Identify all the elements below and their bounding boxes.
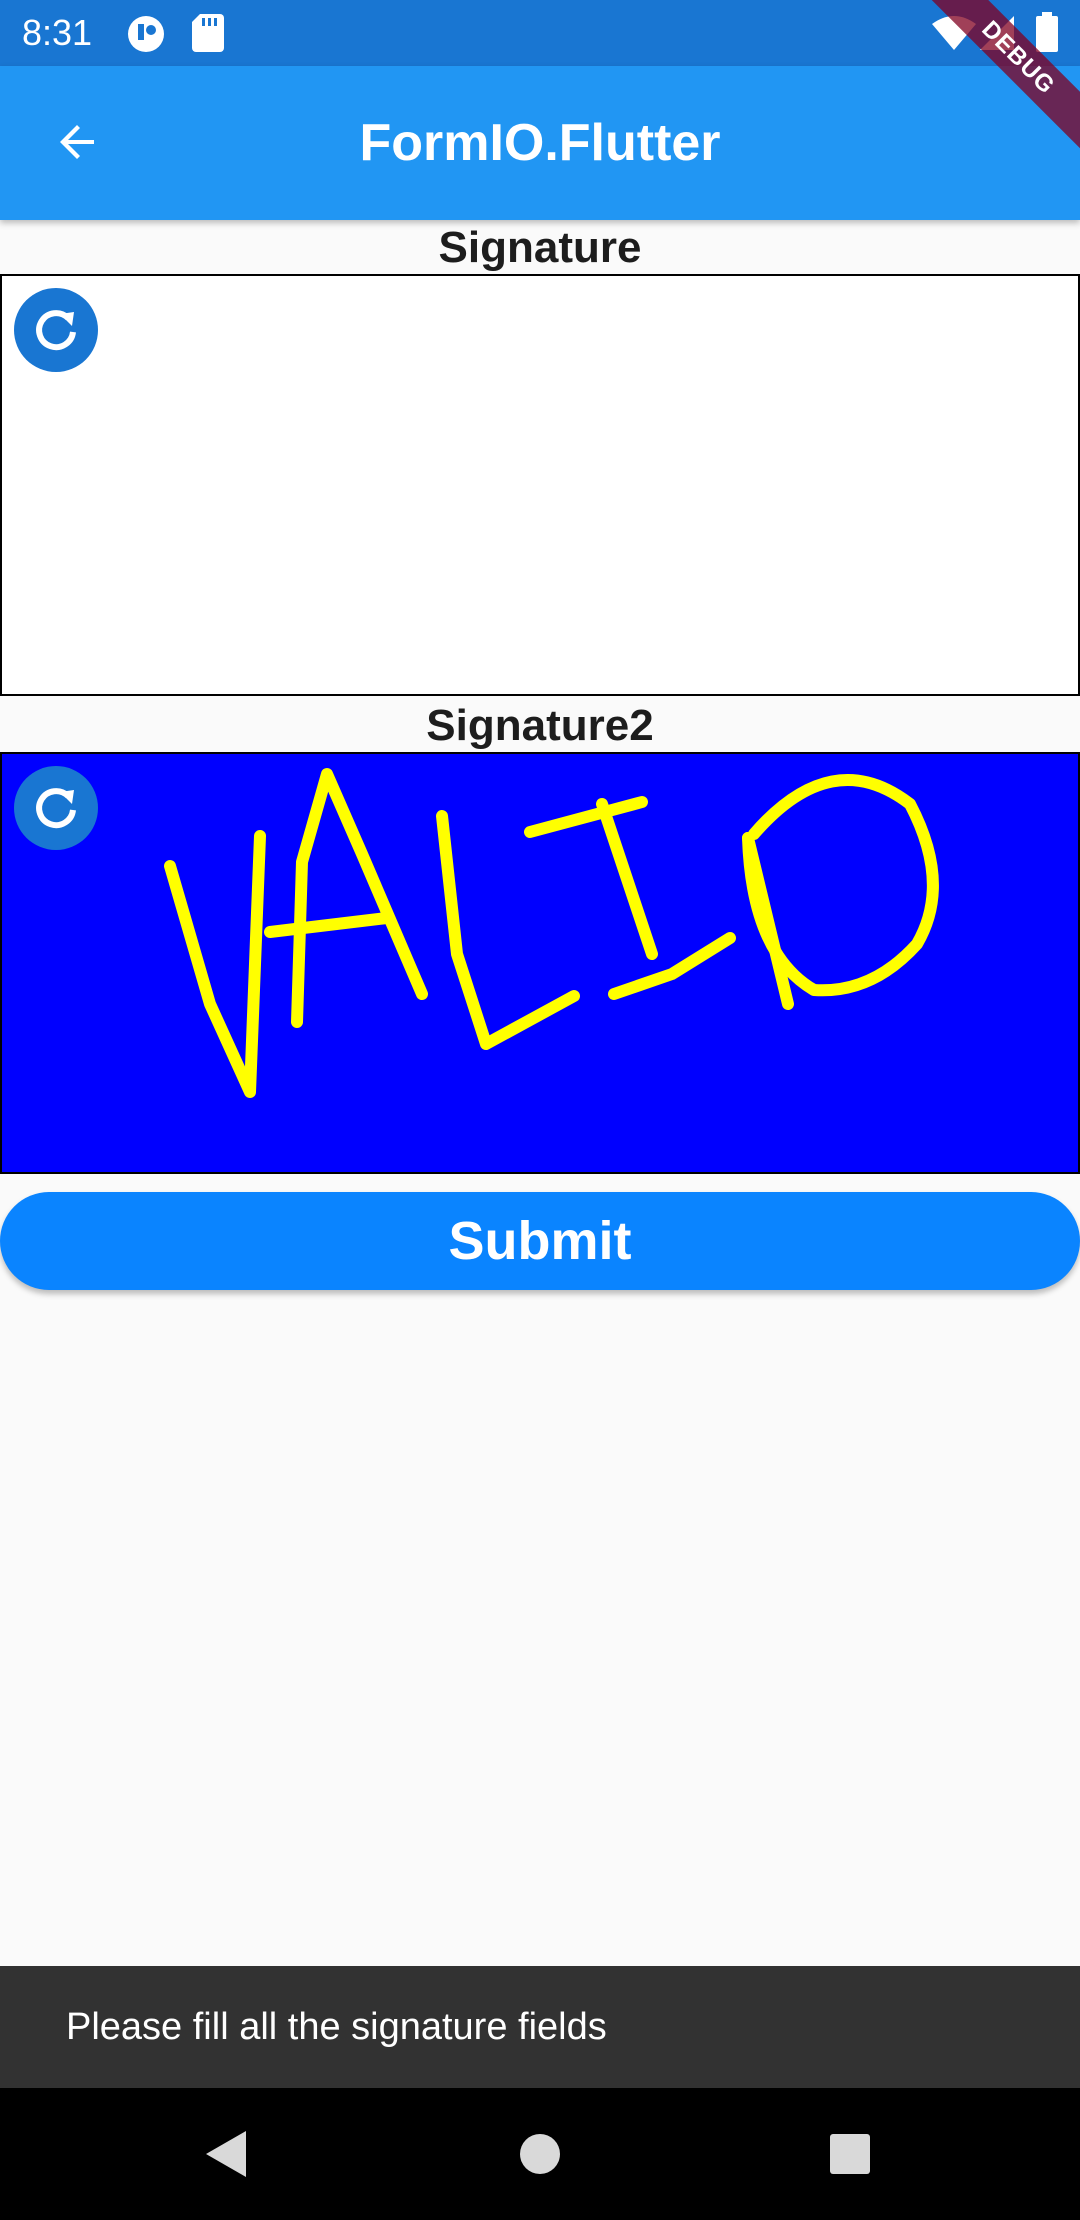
- nav-back-icon: [206, 2131, 246, 2177]
- battery-icon: [1036, 12, 1058, 57]
- refresh-icon: [36, 310, 76, 351]
- page-title: FormIO.Flutter: [359, 114, 721, 172]
- app-notification-icon: [126, 14, 166, 59]
- snackbar: Please fill all the signature fields: [0, 1966, 1080, 2088]
- snackbar-message: Please fill all the signature fields: [66, 2005, 607, 2048]
- status-bar: 8:31: [0, 0, 1080, 66]
- signature2-reset-button[interactable]: [14, 766, 98, 850]
- signature-label: Signature: [438, 223, 642, 272]
- nav-recents-icon: [830, 2134, 870, 2174]
- status-time: 8:31: [22, 12, 93, 53]
- wifi-icon: [932, 16, 976, 55]
- nav-home-icon: [520, 2134, 560, 2174]
- signature2-pad[interactable]: [0, 752, 1080, 1174]
- nav-home-button[interactable]: [500, 2114, 580, 2194]
- signature-pad[interactable]: [0, 274, 1080, 696]
- nav-recents-button[interactable]: [810, 2114, 890, 2194]
- app-bar: FormIO.Flutter: [0, 66, 1080, 220]
- signature-drawing: [164, 768, 939, 1098]
- system-nav-bar: [0, 2088, 1080, 2220]
- sd-card-icon: [192, 14, 224, 57]
- submit-button[interactable]: Submit: [0, 1192, 1080, 1290]
- refresh-icon: [36, 788, 76, 829]
- signature-reset-button[interactable]: [14, 288, 98, 372]
- nav-back-button[interactable]: [186, 2114, 266, 2194]
- signature2-label: Signature2: [426, 701, 654, 750]
- signal-icon: [980, 16, 1014, 55]
